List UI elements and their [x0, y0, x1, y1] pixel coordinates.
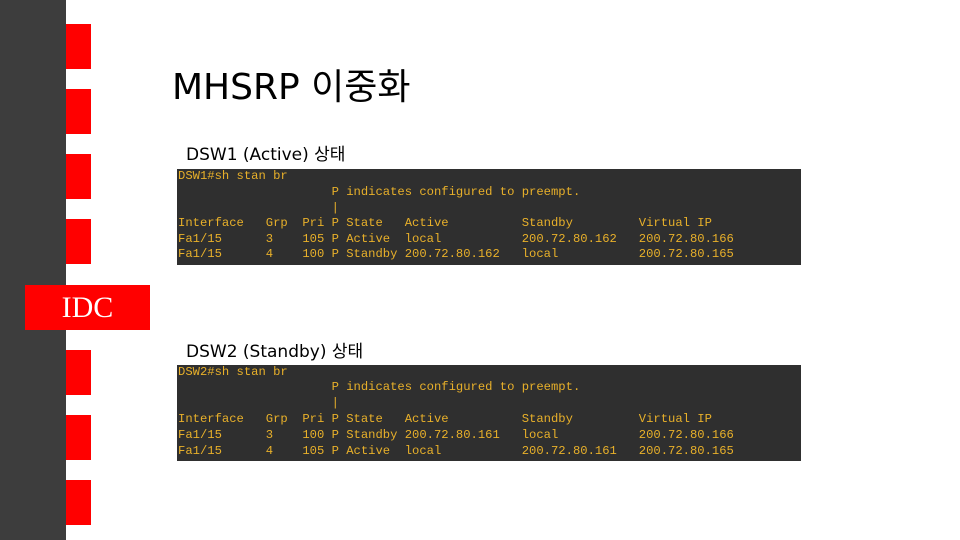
slide-title: MHSRP 이중화	[172, 67, 411, 108]
red-tab-decoration	[66, 89, 91, 134]
terminal-line: |	[178, 396, 339, 410]
terminal-line: P indicates configured to preempt.	[178, 185, 581, 199]
terminal-line: DSW1#sh stan br	[178, 169, 288, 183]
terminal-line: Fa1/15 3 100 P Standby 200.72.80.161 loc…	[178, 428, 734, 442]
dsw2-terminal-output: DSW2#sh stan br P indicates configured t…	[177, 365, 801, 461]
red-tab-decoration	[66, 219, 91, 264]
terminal-line: DSW2#sh stan br	[178, 365, 288, 379]
idc-logo: IDC	[25, 285, 150, 330]
terminal-line: Fa1/15 4 100 P Standby 200.72.80.162 loc…	[178, 247, 734, 261]
terminal-line: Fa1/15 4 105 P Active local 200.72.80.16…	[178, 444, 734, 458]
sidebar	[0, 0, 66, 540]
red-tab-decoration	[66, 350, 91, 395]
dsw1-label: DSW1 (Active) 상태	[186, 145, 346, 165]
terminal-line: P indicates configured to preempt.	[178, 380, 581, 394]
terminal-line: Interface Grp Pri P State Active Standby…	[178, 412, 712, 426]
red-tab-decoration	[66, 480, 91, 525]
dsw1-terminal-output: DSW1#sh stan br P indicates configured t…	[177, 169, 801, 265]
red-tab-decoration	[66, 24, 91, 69]
terminal-line: |	[178, 201, 339, 215]
red-tab-decoration	[66, 415, 91, 460]
red-tab-decoration	[66, 154, 91, 199]
terminal-line: Interface Grp Pri P State Active Standby…	[178, 216, 712, 230]
terminal-line: Fa1/15 3 105 P Active local 200.72.80.16…	[178, 232, 734, 246]
dsw2-label: DSW2 (Standby) 상태	[186, 342, 364, 362]
